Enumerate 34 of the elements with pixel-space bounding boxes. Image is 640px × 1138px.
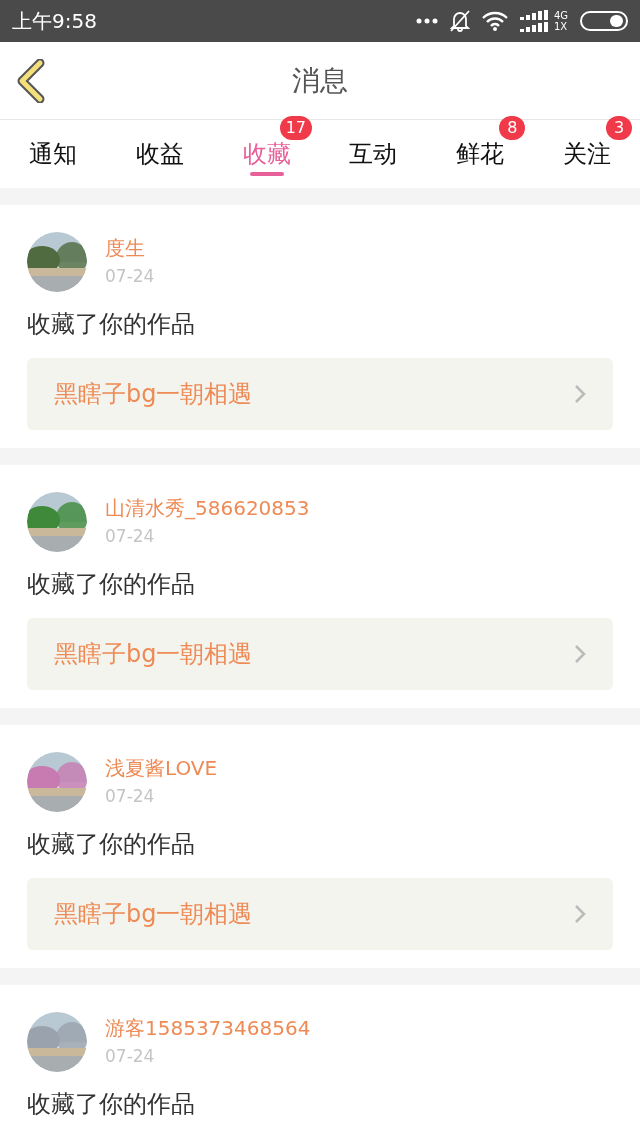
more-icon	[415, 18, 438, 24]
message-date: 07-24	[105, 525, 156, 548]
user-name[interactable]: 度生	[105, 234, 155, 262]
work-link[interactable]: 黑瞎子bg一朝相遇	[27, 878, 613, 950]
count-badge: 8	[499, 116, 526, 140]
message-text: 收藏了你的作品	[27, 1089, 196, 1120]
network-type: 4G	[553, 10, 568, 21]
tab-indicator	[249, 172, 284, 176]
message-date: 07-24	[105, 1045, 156, 1068]
tab[interactable]: 互动	[320, 120, 427, 188]
count-badge: 3	[606, 116, 633, 140]
network-type: 1X	[553, 21, 568, 32]
tab[interactable]: 通知	[0, 120, 107, 188]
user-name[interactable]: 山清水秀_586620853	[105, 494, 310, 522]
header-title: 消息	[292, 62, 348, 99]
message-text: 收藏了你的作品	[27, 309, 196, 340]
message-date: 07-24	[105, 265, 155, 288]
work-link[interactable]: 黑瞎子bg一朝相遇	[27, 618, 613, 690]
message-text: 收藏了你的作品	[27, 569, 196, 600]
count-badge: 17	[279, 116, 312, 140]
chevron-right-icon	[574, 384, 586, 404]
chevron-right-icon	[574, 644, 586, 664]
status-time: 上午9:58	[12, 8, 97, 35]
tab[interactable]: 收益	[106, 120, 214, 188]
back-chevron-icon	[16, 59, 46, 103]
user-name[interactable]: 游客1585373468564	[105, 1014, 311, 1042]
chevron-right-icon	[574, 904, 586, 924]
user-name[interactable]: 浅夏酱LOVE	[105, 754, 218, 782]
message-text: 收藏了你的作品	[27, 829, 196, 860]
bell-muted-icon	[449, 10, 470, 32]
work-link[interactable]: 黑瞎子bg一朝相遇	[27, 358, 613, 430]
battery-icon	[580, 11, 628, 31]
message-date: 07-24	[105, 785, 156, 808]
wifi-icon	[481, 11, 508, 31]
